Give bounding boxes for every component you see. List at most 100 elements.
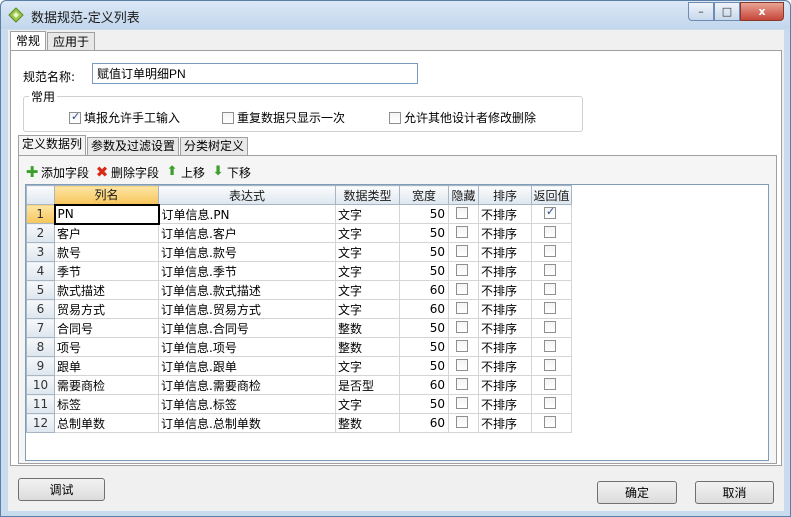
table-row[interactable]: 8 项号 订单信息.项号 整数 50 不排序 [26, 337, 572, 357]
table-row[interactable]: 3 款号 订单信息.款号 文字 50 不排序 [26, 242, 572, 262]
expression-cell[interactable]: 订单信息.跟单 [158, 356, 336, 376]
hidden-checkbox[interactable] [456, 415, 468, 428]
column-name-cell[interactable]: 季节 [54, 261, 159, 281]
return-value-checkbox[interactable] [544, 339, 556, 352]
table-row[interactable]: 11 标签 订单信息.标签 文字 50 不排序 [26, 394, 572, 414]
sort-cell[interactable]: 不排序 [478, 223, 532, 243]
table-row[interactable]: 7 合同号 订单信息.合同号 整数 50 不排序 [26, 318, 572, 338]
expression-cell[interactable]: 订单信息.标签 [158, 394, 336, 414]
table-row[interactable]: 6 贸易方式 订单信息.贸易方式 文字 60 不排序 [26, 299, 572, 319]
tab-apply-to[interactable]: 应用于 [47, 32, 96, 51]
width-cell[interactable]: 50 [399, 394, 449, 414]
hidden-checkbox[interactable] [456, 282, 468, 295]
expression-cell[interactable]: 订单信息.项号 [158, 337, 336, 357]
sort-cell[interactable]: 不排序 [478, 280, 532, 300]
hidden-checkbox[interactable] [456, 244, 468, 257]
expression-cell[interactable]: 订单信息.总制单数 [158, 413, 336, 433]
return-value-checkbox[interactable] [544, 396, 556, 409]
return-value-checkbox[interactable] [544, 206, 556, 219]
width-cell[interactable]: 60 [399, 299, 449, 319]
tab-define-columns[interactable]: 定义数据列 [18, 135, 87, 155]
data-type-cell[interactable]: 文字 [335, 223, 400, 243]
sort-cell[interactable]: 不排序 [478, 261, 532, 281]
spec-name-input[interactable] [92, 63, 418, 84]
return-value-checkbox[interactable] [544, 415, 556, 428]
data-type-cell[interactable]: 文字 [335, 356, 400, 376]
column-header[interactable]: 宽度 [399, 185, 449, 205]
tab-params-filter[interactable]: 参数及过滤设置 [87, 137, 180, 155]
expression-cell[interactable]: 订单信息.款式描述 [158, 280, 336, 300]
table-row[interactable]: 2 客户 订单信息.客户 文字 50 不排序 [26, 223, 572, 243]
minimize-button[interactable]: – [688, 2, 714, 21]
data-type-cell[interactable]: 是否型 [335, 375, 400, 395]
allow-manual-input-option[interactable]: 填报允许手工输入 [69, 109, 180, 126]
delete-field-button[interactable]: ✖ 删除字段 [95, 164, 159, 181]
return-value-checkbox[interactable] [544, 244, 556, 257]
dedupe-display-option[interactable]: 重复数据只显示一次 [222, 109, 345, 126]
tab-general[interactable]: 常规 [10, 31, 47, 52]
hidden-checkbox[interactable] [456, 377, 468, 390]
width-cell[interactable]: 50 [399, 223, 449, 243]
expression-cell[interactable]: 订单信息.合同号 [158, 318, 336, 338]
hidden-checkbox[interactable] [456, 263, 468, 276]
hidden-checkbox[interactable] [456, 301, 468, 314]
move-up-button[interactable]: ⬆ 上移 [165, 164, 205, 181]
column-header[interactable]: 隐藏 [448, 185, 479, 205]
expression-cell[interactable]: 订单信息.款号 [158, 242, 336, 262]
sort-cell[interactable]: 不排序 [478, 337, 532, 357]
dedupe-display-checkbox[interactable] [222, 111, 234, 124]
width-cell[interactable]: 60 [399, 413, 449, 433]
close-button[interactable]: x [740, 2, 784, 21]
expression-cell[interactable]: 订单信息.客户 [158, 223, 336, 243]
sort-cell[interactable]: 不排序 [478, 375, 532, 395]
table-row[interactable]: 1 PN 订单信息.PN 文字 50 不排序 [26, 203, 572, 225]
sort-cell[interactable]: 不排序 [478, 356, 532, 376]
width-cell[interactable]: 60 [399, 280, 449, 300]
table-row[interactable]: 4 季节 订单信息.季节 文字 50 不排序 [26, 261, 572, 281]
table-row[interactable]: 5 款式描述 订单信息.款式描述 文字 60 不排序 [26, 280, 572, 300]
hidden-checkbox[interactable] [456, 358, 468, 371]
return-value-checkbox[interactable] [544, 358, 556, 371]
sort-cell[interactable]: 不排序 [478, 318, 532, 338]
sort-cell[interactable]: 不排序 [478, 413, 532, 433]
allow-others-edit-option[interactable]: 允许其他设计者修改删除 [389, 109, 536, 126]
width-cell[interactable]: 50 [399, 242, 449, 262]
data-type-cell[interactable]: 文字 [335, 280, 400, 300]
data-type-cell[interactable]: 文字 [335, 299, 400, 319]
title-bar[interactable]: 数据规范-定义列表 – □ x [1, 1, 790, 29]
data-type-cell[interactable]: 文字 [335, 394, 400, 414]
table-row[interactable]: 12 总制单数 订单信息.总制单数 整数 60 不排序 [26, 413, 572, 433]
width-cell[interactable]: 50 [399, 318, 449, 338]
allow-manual-input-checkbox[interactable] [69, 110, 81, 124]
add-field-button[interactable]: ✚ 添加字段 [25, 164, 89, 181]
data-type-cell[interactable]: 整数 [335, 337, 400, 357]
return-value-checkbox[interactable] [544, 320, 556, 333]
return-value-checkbox[interactable] [544, 377, 556, 390]
column-name-cell[interactable]: 贸易方式 [54, 299, 159, 319]
return-value-checkbox[interactable] [544, 282, 556, 295]
expression-cell[interactable]: 订单信息.贸易方式 [158, 299, 336, 319]
width-cell[interactable]: 50 [399, 204, 449, 224]
return-value-checkbox[interactable] [544, 301, 556, 314]
allow-others-edit-checkbox[interactable] [389, 111, 401, 124]
return-value-checkbox[interactable] [544, 225, 556, 238]
table-row[interactable]: 10 需要商检 订单信息.需要商检 是否型 60 不排序 [26, 375, 572, 395]
width-cell[interactable]: 50 [399, 337, 449, 357]
data-type-cell[interactable]: 整数 [335, 318, 400, 338]
sort-cell[interactable]: 不排序 [478, 394, 532, 414]
column-name-cell[interactable]: 需要商检 [54, 375, 159, 395]
sort-cell[interactable]: 不排序 [478, 204, 532, 224]
column-name-cell[interactable]: 合同号 [54, 318, 159, 338]
column-name-cell[interactable]: 标签 [54, 394, 159, 414]
cancel-button[interactable]: 取消 [695, 481, 774, 504]
data-type-cell[interactable]: 文字 [335, 204, 400, 224]
column-header[interactable]: 数据类型 [335, 185, 400, 205]
column-header[interactable]: 列名 [54, 185, 159, 205]
move-down-button[interactable]: ⬇ 下移 [211, 164, 251, 181]
data-type-cell[interactable]: 文字 [335, 242, 400, 262]
ok-button[interactable]: 确定 [597, 481, 677, 504]
table-row[interactable]: 9 跟单 订单信息.跟单 文字 50 不排序 [26, 356, 572, 376]
expression-cell[interactable]: 订单信息.季节 [158, 261, 336, 281]
width-cell[interactable]: 50 [399, 356, 449, 376]
return-value-checkbox[interactable] [544, 263, 556, 276]
